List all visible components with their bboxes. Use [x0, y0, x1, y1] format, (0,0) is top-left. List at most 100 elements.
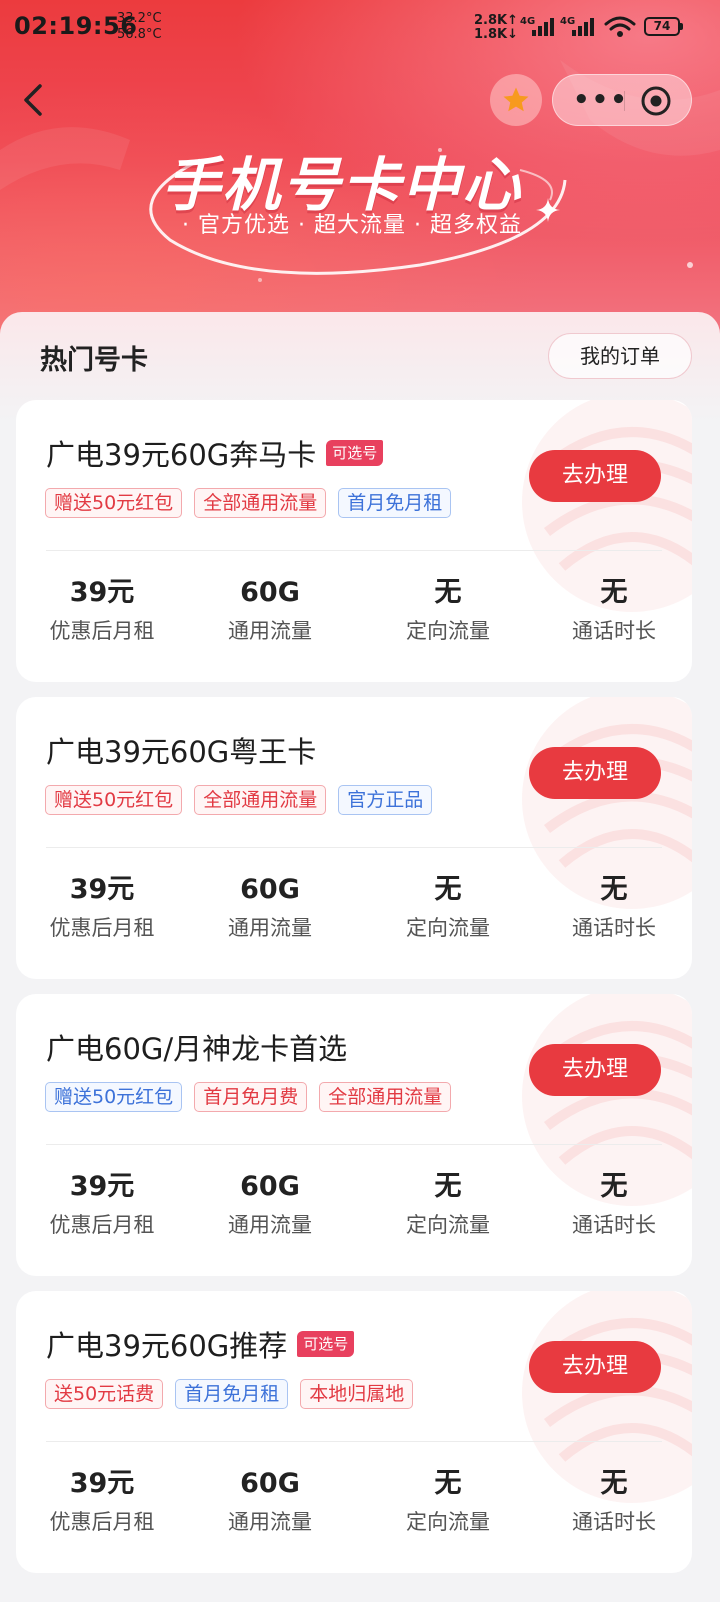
plan-title: 广电39元60G奔马卡 可选号 — [46, 432, 384, 474]
stat-label: 通用流量 — [228, 916, 312, 940]
stat-value: 无 — [434, 1468, 462, 1499]
plan-stat: 60G 通用流量 — [200, 873, 340, 941]
stat-value: 无 — [434, 577, 462, 608]
stat-value: 无 — [434, 1171, 462, 1202]
plan-title: 广电60G/月神龙卡首选 — [46, 1026, 347, 1068]
mini-program-capsule: ••• — [552, 74, 692, 126]
plan-title: 广电39元60G粤王卡 — [46, 729, 316, 771]
feature-tag: 赠送50元红包 — [45, 785, 183, 815]
plan-card[interactable]: 广电60G/月神龙卡首选 赠送50元红包 首月免月费 全部通用流量 去办理 39元 … — [16, 994, 692, 1276]
stat-label: 通话时长 — [572, 916, 656, 940]
stat-label: 优惠后月租 — [49, 1213, 155, 1237]
stat-label: 优惠后月租 — [49, 1510, 155, 1534]
status-bar: 02:19:56 33.2°C 56.8°C 2.8K↑ 1.8K↓ 4G 4G… — [0, 0, 720, 56]
stat-value: 60G — [240, 1171, 300, 1202]
signal-icon: 4G — [520, 16, 554, 36]
divider — [46, 550, 662, 551]
stat-label: 通话时长 — [572, 1510, 656, 1534]
tag-list: 赠送50元红包 全部通用流量 首月免月租 — [45, 488, 452, 518]
stat-label: 优惠后月租 — [49, 619, 155, 643]
feature-tag: 全部通用流量 — [194, 488, 327, 518]
feature-tag: 送50元话费 — [45, 1379, 164, 1409]
more-dots-icon[interactable]: ••• — [573, 85, 629, 115]
plan-title: 广电39元60G推荐 可选号 — [46, 1323, 355, 1365]
stat-label: 定向流量 — [406, 1213, 490, 1237]
plan-stat: 无 定向流量 — [378, 1170, 518, 1238]
stat-value: 60G — [240, 874, 300, 905]
stat-label: 通话时长 — [572, 619, 656, 643]
feature-tag: 本地归属地 — [300, 1379, 414, 1409]
plan-card[interactable]: 广电39元60G粤王卡 赠送50元红包 全部通用流量 官方正品 去办理 39元 优惠… — [16, 697, 692, 979]
apply-button[interactable]: 去办理 — [529, 747, 661, 799]
feature-tag: 首月免月租 — [175, 1379, 289, 1409]
plan-name: 广电60G/月神龙卡首选 — [46, 1032, 348, 1066]
stat-label: 定向流量 — [406, 619, 490, 643]
apply-button[interactable]: 去办理 — [529, 1044, 661, 1096]
stat-value: 60G — [240, 1468, 300, 1499]
feature-tag: 赠送50元红包 — [45, 488, 183, 518]
plan-stat: 无 通话时长 — [544, 576, 684, 644]
plan-stat: 无 定向流量 — [378, 1467, 518, 1535]
divider — [46, 1144, 662, 1145]
feature-tag: 赠送50元红包 — [45, 1082, 183, 1112]
network-speed: 2.8K↑ 1.8K↓ — [474, 13, 518, 42]
stat-value: 39元 — [69, 577, 135, 608]
tag-list: 赠送50元红包 全部通用流量 官方正品 — [45, 785, 433, 815]
star-icon — [503, 87, 529, 112]
stat-label: 定向流量 — [406, 916, 490, 940]
feature-tag: 全部通用流量 — [319, 1082, 452, 1112]
favorite-button[interactable] — [490, 74, 542, 126]
svg-text:4G: 4G — [560, 16, 575, 27]
wifi-icon — [604, 16, 636, 37]
plan-stat: 60G 通用流量 — [200, 1170, 340, 1238]
stat-value: 60G — [240, 577, 300, 608]
temperature-readout: 33.2°C 56.8°C — [117, 11, 162, 42]
sparkle-icon — [536, 198, 560, 222]
divider — [46, 847, 662, 848]
plan-stat: 60G 通用流量 — [200, 576, 340, 644]
plan-stat: 60G 通用流量 — [200, 1467, 340, 1535]
stat-value: 无 — [600, 874, 628, 905]
plan-name: 广电39元60G推荐 — [46, 1329, 288, 1363]
feature-tag: 首月免月费 — [194, 1082, 308, 1112]
back-icon[interactable] — [14, 78, 54, 122]
my-orders-button[interactable]: 我的订单 — [548, 333, 692, 379]
signal-icon: 4G — [560, 16, 594, 36]
plan-stat: 39元 优惠后月租 — [32, 873, 172, 941]
plan-name: 广电39元60G奔马卡 — [46, 438, 317, 472]
optional-number-badge: 可选号 — [326, 440, 384, 466]
plan-card[interactable]: 广电39元60G推荐 可选号 送50元话费 首月免月租 本地归属地 去办理 39元 优… — [16, 1291, 692, 1573]
battery-icon: 74 — [644, 17, 683, 36]
stat-label: 优惠后月租 — [49, 916, 155, 940]
plan-stat: 39元 优惠后月租 — [32, 1467, 172, 1535]
stat-label: 通用流量 — [228, 619, 312, 643]
stat-value: 39元 — [69, 874, 135, 905]
stat-value: 无 — [600, 1171, 628, 1202]
stat-label: 通话时长 — [572, 1213, 656, 1237]
tag-list: 送50元话费 首月免月租 本地归属地 — [45, 1379, 414, 1409]
stat-label: 通用流量 — [228, 1213, 312, 1237]
plan-stat: 无 通话时长 — [544, 873, 684, 941]
plan-card[interactable]: 广电39元60G奔马卡 可选号 赠送50元红包 全部通用流量 首月免月租 去办理 39… — [16, 400, 692, 682]
plan-stat: 无 通话时长 — [544, 1170, 684, 1238]
stat-value: 无 — [600, 577, 628, 608]
banner-subtitle: · 官方优选 · 超大流量 · 超多权益 — [182, 213, 522, 238]
plan-stat: 39元 优惠后月租 — [32, 576, 172, 644]
apply-button[interactable]: 去办理 — [529, 450, 661, 502]
optional-number-badge: 可选号 — [297, 1331, 355, 1357]
stat-label: 定向流量 — [406, 1510, 490, 1534]
plan-stat: 无 定向流量 — [378, 873, 518, 941]
tag-list: 赠送50元红包 首月免月费 全部通用流量 — [45, 1082, 452, 1112]
feature-tag: 官方正品 — [338, 785, 433, 815]
svg-text:4G: 4G — [520, 16, 535, 27]
close-target-icon[interactable] — [640, 85, 672, 117]
stat-value: 39元 — [69, 1468, 135, 1499]
stat-value: 无 — [600, 1468, 628, 1499]
apply-button[interactable]: 去办理 — [529, 1341, 661, 1393]
plan-stat: 39元 优惠后月租 — [32, 1170, 172, 1238]
feature-tag: 首月免月租 — [338, 488, 452, 518]
plan-name: 广电39元60G粤王卡 — [46, 735, 317, 769]
stat-value: 39元 — [69, 1171, 135, 1202]
plan-stat: 无 通话时长 — [544, 1467, 684, 1535]
feature-tag: 全部通用流量 — [194, 785, 327, 815]
